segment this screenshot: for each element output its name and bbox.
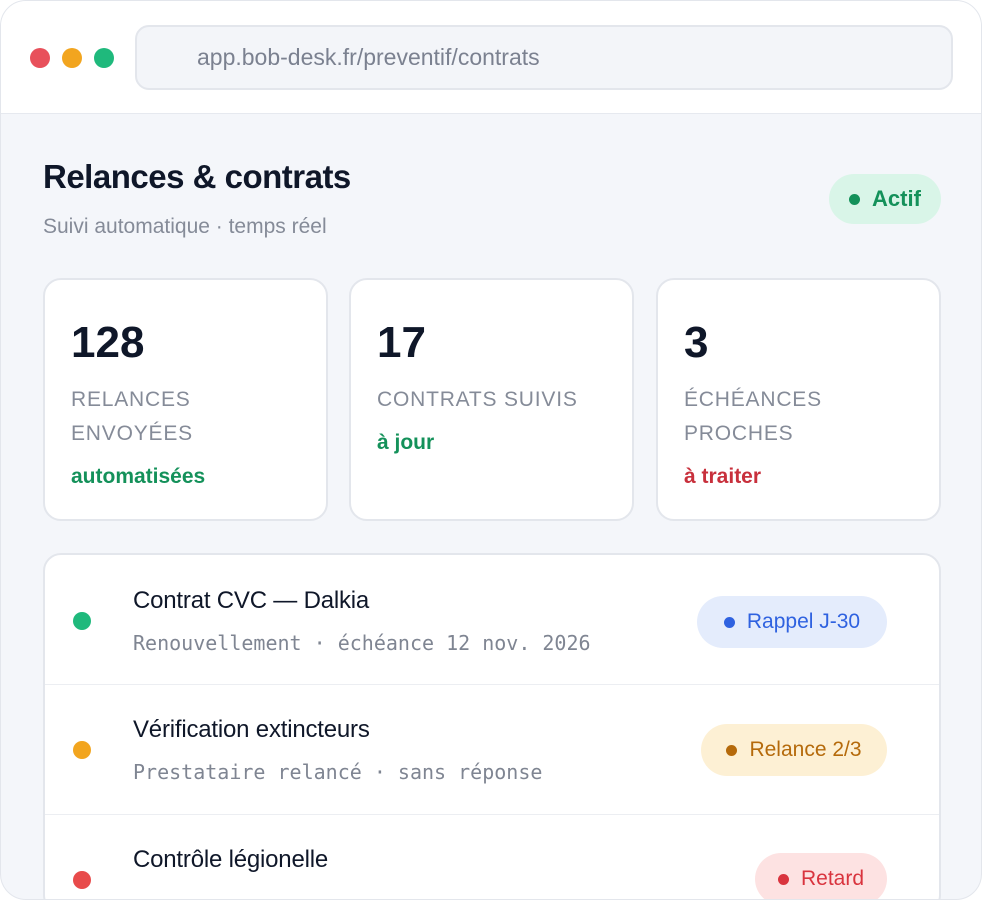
item-title: Contrôle légionelle: [133, 846, 328, 873]
badge-dot-icon: [723, 616, 735, 628]
page-subtitle: Suivi automatique · temps réel: [43, 215, 327, 238]
badge-dot-icon: [726, 744, 738, 756]
item-subtitle: Prestataire relancé · sans réponse: [133, 760, 543, 784]
address-bar-url: app.bob-desk.fr/preventif/contrats: [197, 44, 540, 70]
status-dot-icon: [73, 741, 91, 759]
stat-label: CONTRATS SUIVIS: [377, 388, 578, 411]
address-bar[interactable]: app.bob-desk.fr/preventif/contrats: [135, 25, 953, 90]
badge-dot-icon: [777, 873, 789, 885]
status-dot-icon: [849, 193, 861, 205]
stat-note: à jour: [377, 431, 435, 454]
close-window-button[interactable]: [30, 48, 50, 68]
status-badge: Actif: [829, 174, 941, 224]
list-item[interactable]: Contrat CVC — Dalkia Renouvellement · éc…: [45, 555, 939, 685]
stat-label: RELANCES ENVOYÉES: [71, 388, 193, 445]
contracts-list: Contrat CVC — Dalkia Renouvellement · éc…: [43, 553, 941, 899]
stat-value: 17: [377, 318, 426, 367]
stat-value: 3: [684, 318, 709, 367]
status-badge-label: Actif: [872, 186, 921, 211]
stat-note: à traiter: [684, 465, 762, 488]
stat-note: automatisées: [71, 465, 206, 488]
browser-titlebar: app.bob-desk.fr/preventif/contrats: [1, 1, 981, 114]
stat-label: ÉCHÉANCES PROCHES: [684, 388, 822, 445]
status-dot-icon: [73, 871, 91, 889]
list-item[interactable]: Contrôle légionelle Retard: [45, 815, 939, 899]
stat-card-relances: 128 RELANCES ENVOYÉES automatisées: [43, 278, 328, 521]
item-badge: Relance 2/3: [701, 724, 887, 776]
item-badge-label: Relance 2/3: [749, 738, 862, 761]
stat-value: 128: [71, 318, 145, 367]
minimize-window-button[interactable]: [62, 48, 82, 68]
item-subtitle: Renouvellement · échéance 12 nov. 2026: [133, 631, 591, 655]
item-badge: Retard: [755, 853, 887, 899]
list-item[interactable]: Vérification extincteurs Prestataire rel…: [45, 685, 939, 815]
status-dot-icon: [73, 612, 91, 630]
maximize-window-button[interactable]: [94, 48, 114, 68]
stat-card-echeances: 3 ÉCHÉANCES PROCHES à traiter: [656, 278, 941, 521]
item-badge: Rappel J-30: [697, 596, 887, 648]
item-badge-label: Rappel J-30: [746, 610, 861, 633]
item-title: Contrat CVC — Dalkia: [133, 587, 370, 614]
stat-card-contrats: 17 CONTRATS SUIVIS à jour: [349, 278, 634, 521]
item-badge-label: Retard: [800, 867, 865, 890]
page-title: Relances & contrats: [43, 158, 351, 195]
browser-window: app.bob-desk.fr/preventif/contrats Relan…: [0, 0, 982, 900]
item-title: Vérification extincteurs: [133, 716, 370, 743]
